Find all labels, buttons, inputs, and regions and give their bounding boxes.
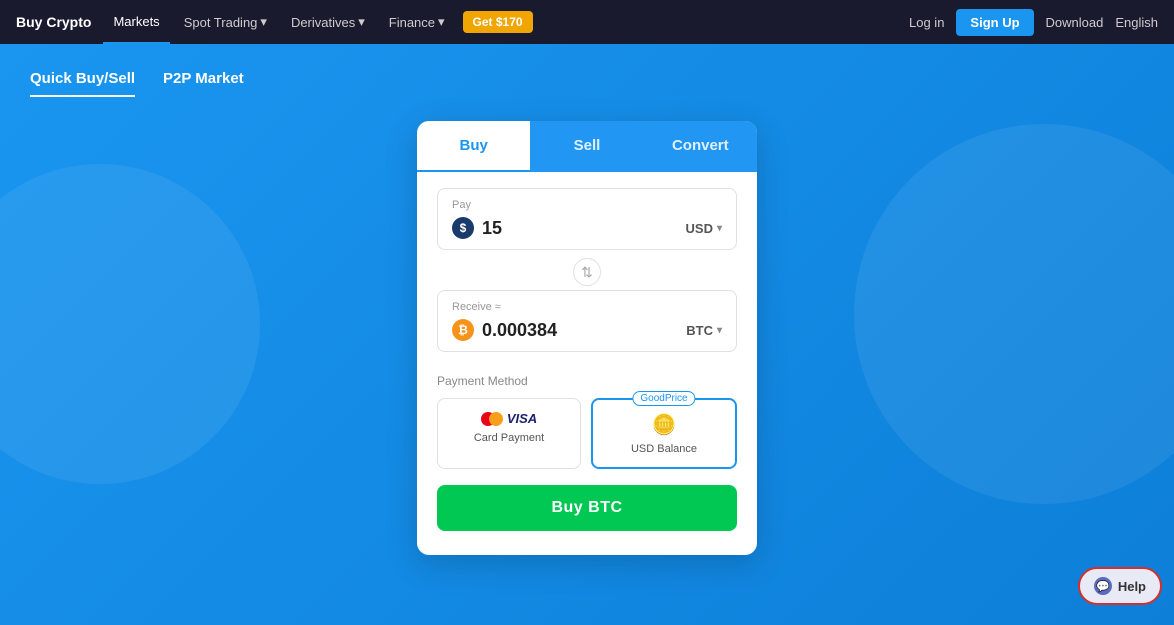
visa-text: VISA: [507, 411, 537, 426]
help-button[interactable]: 💬 Help: [1078, 567, 1162, 605]
chevron-down-icon: ▾: [260, 14, 267, 30]
language-selector[interactable]: English: [1115, 15, 1158, 30]
usd-balance-icon: 🪙: [652, 412, 677, 437]
signup-button[interactable]: Sign Up: [956, 9, 1033, 36]
pay-value[interactable]: 15: [482, 218, 502, 239]
card-payment-label: Card Payment: [474, 432, 544, 444]
chevron-down-icon: ▾: [358, 14, 365, 30]
login-button[interactable]: Log in: [909, 15, 944, 30]
nav-promo-button[interactable]: Get $170: [463, 11, 533, 33]
sub-nav: Quick Buy/Sell P2P Market: [0, 44, 1174, 97]
usd-balance-label: USD Balance: [631, 443, 697, 455]
download-link[interactable]: Download: [1046, 15, 1104, 30]
btc-icon: ₿: [452, 319, 474, 341]
help-icon: 💬: [1094, 577, 1112, 595]
buy-button-wrapper: Buy BTC: [417, 469, 757, 531]
receive-value[interactable]: 0.000384: [482, 320, 557, 341]
pay-input-left: $ 15: [452, 217, 502, 239]
nav-item-markets[interactable]: Markets: [103, 0, 169, 44]
pay-currency-select[interactable]: USD ▾: [686, 221, 722, 236]
nav-item-derivatives[interactable]: Derivatives ▾: [281, 0, 375, 44]
payment-option-card[interactable]: VISA Card Payment: [437, 398, 581, 469]
payment-option-balance[interactable]: GoodPrice 🪙 USD Balance: [591, 398, 737, 469]
chevron-down-icon: ▾: [717, 223, 722, 234]
card-tabs: Buy Sell Convert: [417, 121, 757, 172]
chevron-down-icon: ▾: [438, 14, 445, 30]
payment-section: Payment Method VISA Card Payment: [417, 360, 757, 469]
swap-button[interactable]: ⇅: [573, 258, 601, 286]
help-label: Help: [1118, 579, 1146, 594]
receive-input-group: Receive ≈ ₿ 0.000384 BTC ▾: [437, 290, 737, 352]
good-price-badge: GoodPrice: [632, 391, 695, 406]
receive-label: Receive ≈: [452, 301, 722, 313]
mastercard-icon: [481, 412, 503, 426]
payment-options: VISA Card Payment GoodPrice 🪙 USD Balanc…: [437, 398, 737, 469]
chevron-down-icon: ▾: [717, 325, 722, 336]
nav-right-actions: Log in Sign Up Download English: [909, 9, 1158, 36]
sub-nav-quick-buy[interactable]: Quick Buy/Sell: [30, 62, 135, 97]
swap-button-wrapper: ⇅: [437, 258, 737, 286]
tab-buy[interactable]: Buy: [417, 121, 530, 172]
buy-button[interactable]: Buy BTC: [437, 485, 737, 531]
card-body: Pay $ 15 USD ▾ ⇅: [417, 172, 757, 352]
payment-method-label: Payment Method: [437, 374, 737, 388]
trade-card: Buy Sell Convert Pay $ 15: [417, 121, 757, 555]
nav-brand[interactable]: Buy Crypto: [16, 14, 91, 30]
tab-convert[interactable]: Convert: [644, 121, 757, 172]
pay-input-row: $ 15 USD ▾: [452, 217, 722, 239]
pay-input-group: Pay $ 15 USD ▾: [437, 188, 737, 250]
main-content: Quick Buy/Sell P2P Market Buy Sell Conve…: [0, 44, 1174, 625]
nav-item-spot-trading[interactable]: Spot Trading ▾: [174, 0, 277, 44]
pay-label: Pay: [452, 199, 722, 211]
receive-currency-select[interactable]: BTC ▾: [686, 323, 722, 338]
trade-card-wrapper: Buy Sell Convert Pay $ 15: [0, 121, 1174, 555]
receive-input-left: ₿ 0.000384: [452, 319, 557, 341]
visa-mastercard-icons: VISA: [481, 411, 537, 426]
usd-icon: $: [452, 217, 474, 239]
receive-input-row: ₿ 0.000384 BTC ▾: [452, 319, 722, 341]
sub-nav-p2p-market[interactable]: P2P Market: [163, 62, 244, 97]
tab-sell[interactable]: Sell: [530, 121, 643, 172]
nav-item-finance[interactable]: Finance ▾: [379, 0, 455, 44]
navbar: Buy Crypto Markets Spot Trading ▾ Deriva…: [0, 0, 1174, 44]
